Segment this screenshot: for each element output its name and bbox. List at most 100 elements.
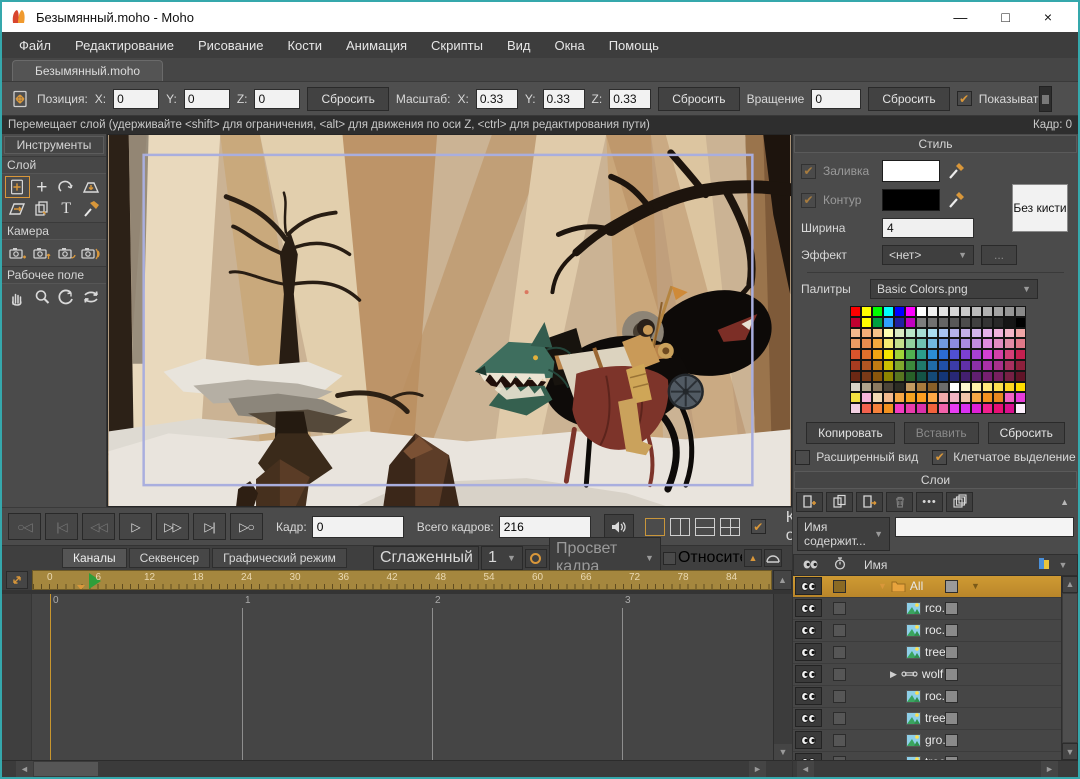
shear-layer-tool[interactable] bbox=[5, 198, 30, 220]
position-x-input[interactable] bbox=[113, 89, 159, 109]
palette-swatch[interactable] bbox=[872, 360, 883, 371]
palette-swatch[interactable] bbox=[1004, 349, 1015, 360]
position-y-input[interactable] bbox=[184, 89, 230, 109]
palette-swatch[interactable] bbox=[982, 328, 993, 339]
timeline-scroll-up-button[interactable]: ▲ bbox=[773, 570, 792, 590]
palette-swatch[interactable] bbox=[872, 328, 883, 339]
palette-swatch[interactable] bbox=[982, 338, 993, 349]
palette-swatch[interactable] bbox=[982, 360, 993, 371]
palette-swatch[interactable] bbox=[883, 360, 894, 371]
palette-swatch[interactable] bbox=[905, 328, 916, 339]
menu-item-7[interactable]: Окна bbox=[543, 35, 595, 56]
scale-z-input[interactable] bbox=[609, 89, 651, 109]
palette-swatch[interactable] bbox=[883, 382, 894, 393]
layer-row-wolf[interactable]: ▶wolf bbox=[793, 664, 1078, 686]
rotate-layer-tool[interactable] bbox=[54, 176, 79, 198]
palette-swatch[interactable] bbox=[927, 306, 938, 317]
palette-swatch[interactable] bbox=[927, 382, 938, 393]
effect-more-button[interactable]: ... bbox=[981, 245, 1017, 265]
palette-swatch[interactable] bbox=[872, 382, 883, 393]
palette-swatch[interactable] bbox=[949, 338, 960, 349]
palette-swatch[interactable] bbox=[1015, 392, 1026, 403]
copy-palette-button[interactable]: Копировать bbox=[806, 422, 895, 444]
palette-swatch[interactable] bbox=[949, 382, 960, 393]
step-back-button[interactable]: ◁◁ bbox=[82, 513, 115, 540]
filter-mode-dropdown[interactable]: Имя содержит... ▼ bbox=[797, 517, 890, 551]
layer-visibility-button[interactable] bbox=[795, 709, 822, 727]
palette-swatch[interactable] bbox=[993, 349, 1004, 360]
palette-swatch[interactable] bbox=[850, 338, 861, 349]
scroll-right-icon[interactable]: ► bbox=[749, 761, 766, 777]
palette-swatch[interactable] bbox=[872, 392, 883, 403]
palette-swatch[interactable] bbox=[905, 306, 916, 317]
menu-item-5[interactable]: Скрипты bbox=[420, 35, 494, 56]
scroll-left-icon[interactable]: ◄ bbox=[797, 761, 814, 777]
layer-visibility-button[interactable] bbox=[795, 621, 822, 639]
menu-item-6[interactable]: Вид bbox=[496, 35, 542, 56]
palette-swatch[interactable] bbox=[905, 403, 916, 414]
palette-swatch[interactable] bbox=[927, 349, 938, 360]
palette-swatch[interactable] bbox=[872, 317, 883, 328]
layer-visibility-button[interactable] bbox=[795, 731, 822, 749]
palette-swatch[interactable] bbox=[1004, 338, 1015, 349]
scrollbar-thumb[interactable] bbox=[1063, 594, 1077, 742]
menu-item-0[interactable]: Файл bbox=[8, 35, 62, 56]
advanced-view-checkbox[interactable] bbox=[795, 450, 810, 465]
palette-swatch[interactable] bbox=[960, 349, 971, 360]
palette-swatch[interactable] bbox=[916, 349, 927, 360]
palette-swatch[interactable] bbox=[927, 317, 938, 328]
palette-swatch[interactable] bbox=[905, 349, 916, 360]
palette-swatch[interactable] bbox=[872, 338, 883, 349]
palette-swatch[interactable] bbox=[905, 371, 916, 382]
palette-swatch[interactable] bbox=[1004, 403, 1015, 414]
scroll-up-icon[interactable]: ▲ bbox=[1062, 576, 1078, 593]
menu-item-8[interactable]: Помощь bbox=[598, 35, 670, 56]
layers-vertical-scrollbar[interactable]: ▲ ▼ bbox=[1061, 576, 1078, 760]
name-column-header[interactable]: Имя bbox=[856, 558, 1037, 572]
palette-swatch[interactable] bbox=[938, 392, 949, 403]
layer-row-rco...[interactable]: rco... bbox=[793, 598, 1078, 620]
paste-palette-button[interactable]: Вставить bbox=[904, 422, 979, 444]
layer-visibility-button[interactable] bbox=[795, 643, 822, 661]
palette-swatch[interactable] bbox=[894, 338, 905, 349]
tab-channels[interactable]: Каналы bbox=[62, 548, 127, 568]
palette-swatch[interactable] bbox=[949, 360, 960, 371]
palette-swatch[interactable] bbox=[971, 403, 982, 414]
palette-swatch[interactable] bbox=[982, 392, 993, 403]
palette-swatch[interactable] bbox=[850, 371, 861, 382]
palette-swatch[interactable] bbox=[960, 403, 971, 414]
maximize-button[interactable]: □ bbox=[1001, 9, 1009, 25]
stroke-width-input[interactable] bbox=[882, 218, 974, 238]
palette-swatch[interactable] bbox=[861, 371, 872, 382]
palette-swatch[interactable] bbox=[982, 349, 993, 360]
layer-color-swatch[interactable] bbox=[945, 690, 958, 703]
palette-swatch[interactable] bbox=[916, 328, 927, 339]
palette-swatch[interactable] bbox=[993, 403, 1004, 414]
reset-palette-button[interactable]: Сбросить bbox=[988, 422, 1065, 444]
palette-swatch[interactable] bbox=[960, 306, 971, 317]
palette-swatch[interactable] bbox=[1004, 328, 1015, 339]
layer-color-swatch[interactable] bbox=[945, 712, 958, 725]
checkered-selection-checkbox[interactable]: ✔ bbox=[932, 450, 947, 465]
tab-graph-mode[interactable]: Графический режим bbox=[212, 548, 347, 568]
palette-swatch[interactable] bbox=[1015, 328, 1026, 339]
add-keyframe-button[interactable]: ▲ bbox=[744, 549, 762, 567]
pan-tilt-camera-tool[interactable] bbox=[79, 242, 104, 264]
minimize-button[interactable]: — bbox=[953, 9, 967, 25]
palette-swatch[interactable] bbox=[872, 349, 883, 360]
layer-color-swatch[interactable] bbox=[945, 646, 958, 659]
palette-swatch[interactable] bbox=[971, 371, 982, 382]
timeline-tracks-area[interactable]: ▼ 0123 bbox=[2, 590, 792, 760]
frame-step-dropdown[interactable]: 1 ▼ bbox=[481, 546, 523, 570]
palette-swatch[interactable] bbox=[927, 360, 938, 371]
palette-swatch[interactable] bbox=[883, 371, 894, 382]
palette-swatch[interactable] bbox=[894, 392, 905, 403]
layer-visibility-button[interactable] bbox=[795, 577, 822, 595]
palette-swatch[interactable] bbox=[927, 392, 938, 403]
palette-swatch[interactable] bbox=[850, 317, 861, 328]
palette-swatch[interactable] bbox=[883, 392, 894, 403]
scroll-left-icon[interactable]: ◄ bbox=[16, 761, 33, 777]
palette-swatch[interactable] bbox=[850, 403, 861, 414]
palette-swatch[interactable] bbox=[1015, 360, 1026, 371]
quad-view-button[interactable] bbox=[720, 518, 740, 536]
